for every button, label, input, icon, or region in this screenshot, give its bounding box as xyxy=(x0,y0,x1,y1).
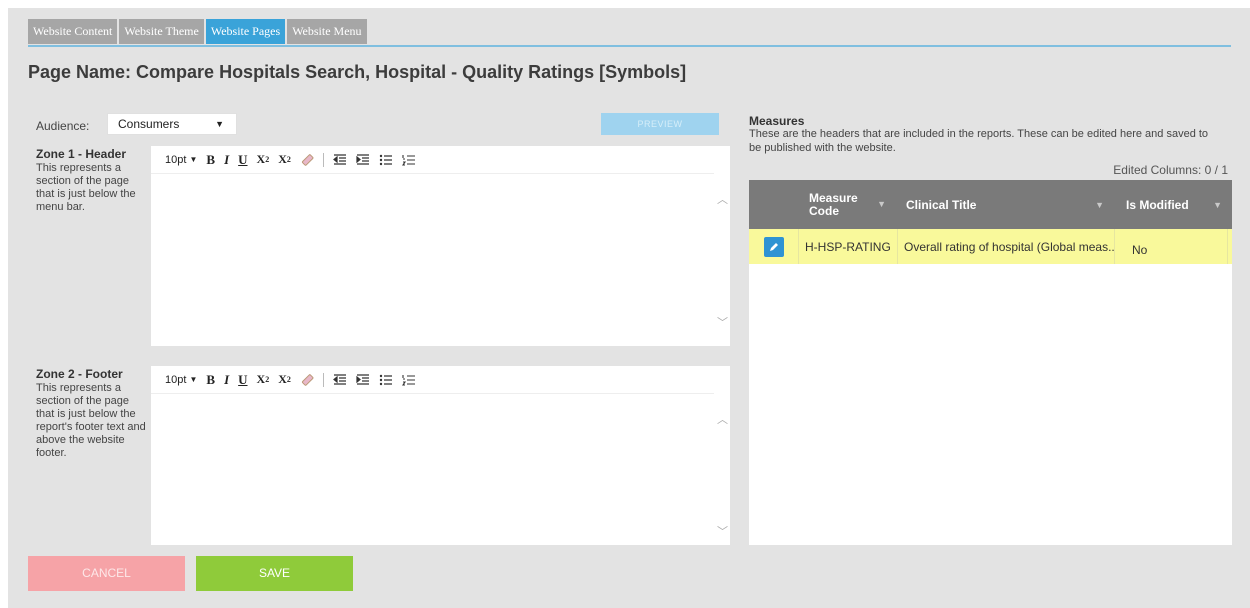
bold-icon[interactable]: B xyxy=(206,372,215,388)
clinical-title-cell: Overall rating of hospital (Global meas.… xyxy=(897,229,1114,264)
audience-select[interactable]: Consumers ▼ xyxy=(107,113,237,135)
filter-icon[interactable]: ▼ xyxy=(1213,200,1222,210)
zone2-scrollbar[interactable]: ︿ ﹀ xyxy=(714,393,730,545)
zone1-description: This represents a section of the page th… xyxy=(36,162,136,213)
edited-columns-count: Edited Columns: 0 / 1 xyxy=(1113,163,1228,177)
row-end-cell xyxy=(1227,229,1232,264)
column-header-clinical-title[interactable]: Clinical Title ▼ xyxy=(897,180,1114,229)
numbered-list-icon[interactable] xyxy=(401,154,416,166)
audience-label: Audience: xyxy=(36,119,90,133)
bullet-list-icon[interactable] xyxy=(379,374,393,386)
table-row[interactable]: H-HSP-RATING Overall rating of hospital … xyxy=(749,229,1232,264)
outdent-icon[interactable] xyxy=(332,153,347,166)
zone2-toolbar: 10pt ▼ B I U X2 X2 xyxy=(151,366,730,394)
zone1-title: Zone 1 - Header xyxy=(36,147,127,161)
subscript-icon[interactable]: X2 xyxy=(257,372,270,387)
save-button[interactable]: SAVE xyxy=(196,556,353,591)
zone2-title: Zone 2 - Footer xyxy=(36,367,123,381)
italic-icon[interactable]: I xyxy=(224,372,229,388)
underline-icon[interactable]: U xyxy=(238,152,247,168)
tab-bar: Website Content Website Theme Website Pa… xyxy=(28,19,367,44)
page-title: Page Name: Compare Hospitals Search, Hos… xyxy=(28,62,687,82)
zone2-description: This represents a section of the page th… xyxy=(36,382,146,459)
eraser-icon[interactable] xyxy=(300,153,314,167)
font-size-dropdown[interactable]: 10pt ▼ xyxy=(165,374,197,386)
column-header-is-modified[interactable]: Is Modified ▼ xyxy=(1114,180,1232,229)
superscript-icon[interactable]: X2 xyxy=(278,372,291,387)
zone1-toolbar: 10pt ▼ B I U X2 X2 xyxy=(151,146,730,174)
bullet-list-icon[interactable] xyxy=(379,154,393,166)
scroll-down-icon[interactable]: ﹀ xyxy=(717,314,728,329)
tab-website-pages[interactable]: Website Pages xyxy=(205,19,286,44)
measure-code-cell: H-HSP-RATING xyxy=(798,229,897,264)
eraser-icon[interactable] xyxy=(300,373,314,387)
tab-underline xyxy=(28,45,1231,47)
audience-value: Consumers xyxy=(118,117,180,131)
measures-description: These are the headers that are included … xyxy=(749,128,1209,154)
subscript-icon[interactable]: X2 xyxy=(257,152,270,167)
preview-button[interactable]: PREVIEW xyxy=(601,113,719,135)
tab-website-theme[interactable]: Website Theme xyxy=(119,19,204,44)
underline-icon[interactable]: U xyxy=(238,372,247,388)
measures-title: Measures xyxy=(749,114,805,128)
zone1-label: Zone 1 - Header This represents a sectio… xyxy=(36,148,148,214)
indent-icon[interactable] xyxy=(356,153,370,166)
edit-cell xyxy=(749,229,798,264)
outdent-icon[interactable] xyxy=(332,373,347,386)
italic-icon[interactable]: I xyxy=(224,152,229,168)
measures-grid: Measure Code ▼ Clinical Title ▼ Is Modif… xyxy=(749,180,1232,545)
superscript-icon[interactable]: X2 xyxy=(278,152,291,167)
bold-icon[interactable]: B xyxy=(206,152,215,168)
zone2-editor[interactable]: 10pt ▼ B I U X2 X2 ︿ ﹀ xyxy=(151,366,730,545)
zone1-scrollbar[interactable]: ︿ ﹀ xyxy=(714,173,730,346)
chevron-down-icon: ▼ xyxy=(215,119,224,129)
tab-website-content[interactable]: Website Content xyxy=(28,19,118,44)
font-size-dropdown[interactable]: 10pt ▼ xyxy=(165,154,197,166)
scroll-down-icon[interactable]: ﹀ xyxy=(717,523,728,538)
zone2-label: Zone 2 - Footer This represents a sectio… xyxy=(36,368,148,460)
toolbar-divider xyxy=(322,152,324,167)
numbered-list-icon[interactable] xyxy=(401,374,416,386)
is-modified-cell: No xyxy=(1114,229,1224,264)
filter-icon[interactable]: ▼ xyxy=(877,198,886,211)
zone1-editor[interactable]: 10pt ▼ B I U X2 X2 ︿ ﹀ xyxy=(151,146,730,346)
scroll-up-icon[interactable]: ︿ xyxy=(717,191,728,206)
grid-header: Measure Code ▼ Clinical Title ▼ Is Modif… xyxy=(749,180,1232,229)
edit-pencil-icon[interactable] xyxy=(763,236,784,257)
filter-icon[interactable]: ▼ xyxy=(1095,200,1104,210)
indent-icon[interactable] xyxy=(356,373,370,386)
toolbar-divider xyxy=(322,372,324,387)
cancel-button[interactable]: CANCEL xyxy=(28,556,185,591)
column-header-measure-code[interactable]: Measure Code ▼ xyxy=(798,180,896,229)
scroll-up-icon[interactable]: ︿ xyxy=(717,411,728,426)
tab-website-menu[interactable]: Website Menu xyxy=(287,19,367,44)
